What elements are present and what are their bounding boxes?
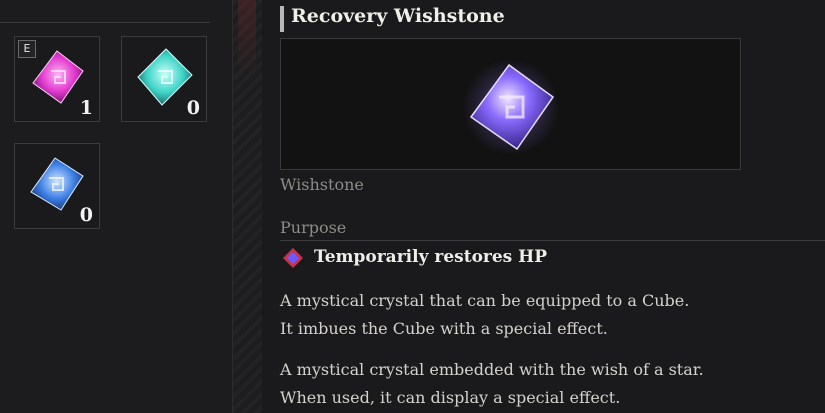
description-line: It imbues the Cube with a special effect… <box>280 319 608 338</box>
item-count: 0 <box>186 97 200 119</box>
description-line: A mystical crystal embedded with the wis… <box>280 360 704 379</box>
inventory-slot-blue[interactable]: 0 <box>14 143 100 229</box>
description-line: When used, it can display a special effe… <box>280 388 621 407</box>
item-detail-panel: Recovery Wishstone Wishstone Purpose Tem… <box>262 0 825 413</box>
inventory-slot-pink[interactable]: E 1 <box>14 36 100 122</box>
recovery-wishstone-icon <box>463 59 559 155</box>
description-block-1: A mystical crystal that can be equipped … <box>280 287 689 343</box>
effect-gem-icon <box>283 248 303 268</box>
item-type: Wishstone <box>280 175 364 194</box>
purpose-label: Purpose <box>280 218 347 237</box>
item-count: 0 <box>79 204 93 226</box>
description-line: A mystical crystal that can be equipped … <box>280 291 690 310</box>
description-block-2: A mystical crystal embedded with the wis… <box>280 356 704 412</box>
purpose-divider <box>280 240 825 241</box>
inventory-slot-cyan[interactable]: 0 <box>121 36 207 122</box>
inventory-panel: E 1 0 0 <box>0 0 232 413</box>
item-title: Recovery Wishstone <box>291 5 505 27</box>
item-preview <box>280 38 741 170</box>
effect-text: Temporarily restores HP <box>314 247 548 267</box>
divider-accent <box>238 0 256 80</box>
title-accent-bar <box>280 6 284 32</box>
item-count: 1 <box>79 97 93 119</box>
inventory-header-line <box>0 22 210 23</box>
